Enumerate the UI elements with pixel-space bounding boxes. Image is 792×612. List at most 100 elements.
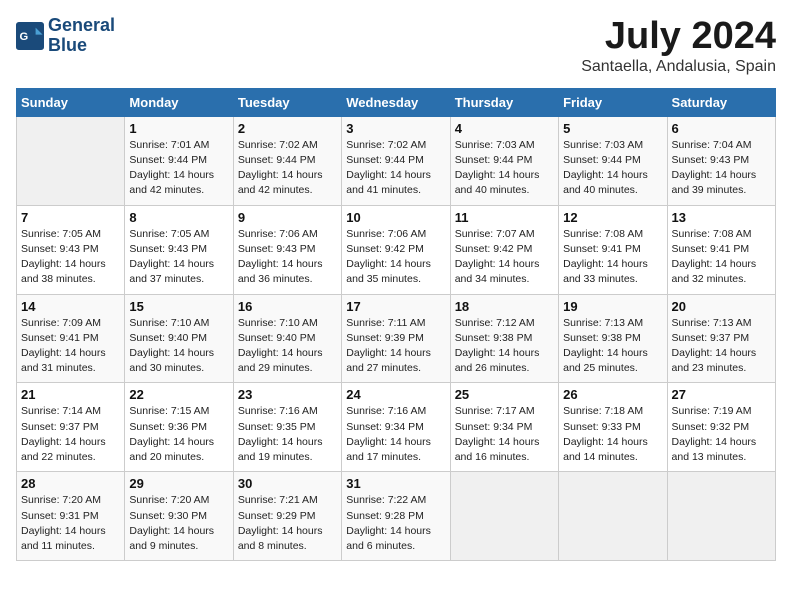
day-detail: Sunrise: 7:03 AM Sunset: 9:44 PM Dayligh… [455, 138, 554, 199]
calendar-table: SundayMondayTuesdayWednesdayThursdayFrid… [16, 88, 776, 561]
day-detail: Sunrise: 7:22 AM Sunset: 9:28 PM Dayligh… [346, 493, 445, 554]
day-detail: Sunrise: 7:03 AM Sunset: 9:44 PM Dayligh… [563, 138, 662, 199]
calendar-cell: 3 Sunrise: 7:02 AM Sunset: 9:44 PM Daylig… [342, 116, 450, 205]
header-saturday: Saturday [667, 88, 775, 116]
week-row-4: 21 Sunrise: 7:14 AM Sunset: 9:37 PM Dayli… [17, 383, 776, 472]
header-wednesday: Wednesday [342, 88, 450, 116]
day-detail: Sunrise: 7:10 AM Sunset: 9:40 PM Dayligh… [238, 316, 337, 377]
day-detail: Sunrise: 7:07 AM Sunset: 9:42 PM Dayligh… [455, 227, 554, 288]
calendar-title: July 2024 [581, 16, 776, 58]
day-number: 21 [21, 387, 120, 402]
day-detail: Sunrise: 7:05 AM Sunset: 9:43 PM Dayligh… [129, 227, 228, 288]
calendar-cell: 27 Sunrise: 7:19 AM Sunset: 9:32 PM Dayli… [667, 383, 775, 472]
day-number: 22 [129, 387, 228, 402]
day-detail: Sunrise: 7:06 AM Sunset: 9:42 PM Dayligh… [346, 227, 445, 288]
day-detail: Sunrise: 7:04 AM Sunset: 9:43 PM Dayligh… [672, 138, 771, 199]
calendar-cell: 31 Sunrise: 7:22 AM Sunset: 9:28 PM Dayli… [342, 472, 450, 561]
calendar-cell: 18Sunrise: 7:12 AM Sunset: 9:38 PM Dayli… [450, 294, 558, 383]
day-number: 15 [129, 299, 228, 314]
calendar-cell [667, 472, 775, 561]
day-number: 14 [21, 299, 120, 314]
day-detail: Sunrise: 7:21 AM Sunset: 9:29 PM Dayligh… [238, 493, 337, 554]
day-number: 9 [238, 210, 337, 225]
day-number: 16 [238, 299, 337, 314]
calendar-cell: 29 Sunrise: 7:20 AM Sunset: 9:30 PM Dayli… [125, 472, 233, 561]
day-number: 11 [455, 210, 554, 225]
calendar-cell: 21 Sunrise: 7:14 AM Sunset: 9:37 PM Dayli… [17, 383, 125, 472]
day-detail: Sunrise: 7:18 AM Sunset: 9:33 PM Dayligh… [563, 404, 662, 465]
day-number: 10 [346, 210, 445, 225]
calendar-cell: 10 Sunrise: 7:06 AM Sunset: 9:42 PM Dayli… [342, 205, 450, 294]
day-number: 28 [21, 476, 120, 491]
calendar-header-row: SundayMondayTuesdayWednesdayThursdayFrid… [17, 88, 776, 116]
svg-text:G: G [20, 31, 29, 43]
day-detail: Sunrise: 7:01 AM Sunset: 9:44 PM Dayligh… [129, 138, 228, 199]
day-detail: Sunrise: 7:19 AM Sunset: 9:32 PM Dayligh… [672, 404, 771, 465]
calendar-cell: 28 Sunrise: 7:20 AM Sunset: 9:31 PM Dayli… [17, 472, 125, 561]
calendar-cell: 11 Sunrise: 7:07 AM Sunset: 9:42 PM Dayli… [450, 205, 558, 294]
header-friday: Friday [559, 88, 667, 116]
week-row-1: 1 Sunrise: 7:01 AM Sunset: 9:44 PM Daylig… [17, 116, 776, 205]
calendar-cell: 13Sunrise: 7:08 AM Sunset: 9:41 PM Dayli… [667, 205, 775, 294]
day-detail: Sunrise: 7:16 AM Sunset: 9:35 PM Dayligh… [238, 404, 337, 465]
calendar-cell: 2 Sunrise: 7:02 AM Sunset: 9:44 PM Daylig… [233, 116, 341, 205]
calendar-cell [559, 472, 667, 561]
day-number: 3 [346, 121, 445, 136]
calendar-cell: 5 Sunrise: 7:03 AM Sunset: 9:44 PM Daylig… [559, 116, 667, 205]
day-detail: Sunrise: 7:14 AM Sunset: 9:37 PM Dayligh… [21, 404, 120, 465]
day-detail: Sunrise: 7:20 AM Sunset: 9:30 PM Dayligh… [129, 493, 228, 554]
day-detail: Sunrise: 7:02 AM Sunset: 9:44 PM Dayligh… [238, 138, 337, 199]
calendar-cell: 22 Sunrise: 7:15 AM Sunset: 9:36 PM Dayli… [125, 383, 233, 472]
day-number: 27 [672, 387, 771, 402]
day-number: 25 [455, 387, 554, 402]
header-thursday: Thursday [450, 88, 558, 116]
calendar-cell: 24 Sunrise: 7:16 AM Sunset: 9:34 PM Dayli… [342, 383, 450, 472]
day-number: 2 [238, 121, 337, 136]
calendar-cell: 15 Sunrise: 7:10 AM Sunset: 9:40 PM Dayli… [125, 294, 233, 383]
day-number: 31 [346, 476, 445, 491]
day-detail: Sunrise: 7:17 AM Sunset: 9:34 PM Dayligh… [455, 404, 554, 465]
calendar-cell: 30Sunrise: 7:21 AM Sunset: 9:29 PM Dayli… [233, 472, 341, 561]
calendar-subtitle: Santaella, Andalusia, Spain [581, 58, 776, 76]
header-monday: Monday [125, 88, 233, 116]
day-number: 1 [129, 121, 228, 136]
day-number: 7 [21, 210, 120, 225]
day-number: 13 [672, 210, 771, 225]
calendar-cell [17, 116, 125, 205]
calendar-cell: 4 Sunrise: 7:03 AM Sunset: 9:44 PM Daylig… [450, 116, 558, 205]
page-header: G General Blue July 2024 Santaella, Anda… [16, 16, 776, 76]
day-detail: Sunrise: 7:20 AM Sunset: 9:31 PM Dayligh… [21, 493, 120, 554]
week-row-3: 14Sunrise: 7:09 AM Sunset: 9:41 PM Dayli… [17, 294, 776, 383]
day-number: 8 [129, 210, 228, 225]
day-number: 26 [563, 387, 662, 402]
day-detail: Sunrise: 7:11 AM Sunset: 9:39 PM Dayligh… [346, 316, 445, 377]
day-detail: Sunrise: 7:16 AM Sunset: 9:34 PM Dayligh… [346, 404, 445, 465]
calendar-cell: 1 Sunrise: 7:01 AM Sunset: 9:44 PM Daylig… [125, 116, 233, 205]
week-row-5: 28 Sunrise: 7:20 AM Sunset: 9:31 PM Dayli… [17, 472, 776, 561]
calendar-cell: 26 Sunrise: 7:18 AM Sunset: 9:33 PM Dayli… [559, 383, 667, 472]
day-number: 4 [455, 121, 554, 136]
day-number: 5 [563, 121, 662, 136]
day-number: 18 [455, 299, 554, 314]
day-detail: Sunrise: 7:02 AM Sunset: 9:44 PM Dayligh… [346, 138, 445, 199]
calendar-cell: 19 Sunrise: 7:13 AM Sunset: 9:38 PM Dayli… [559, 294, 667, 383]
day-number: 29 [129, 476, 228, 491]
logo-icon: G [16, 22, 44, 50]
day-number: 20 [672, 299, 771, 314]
day-number: 12 [563, 210, 662, 225]
day-detail: Sunrise: 7:05 AM Sunset: 9:43 PM Dayligh… [21, 227, 120, 288]
calendar-cell: 14Sunrise: 7:09 AM Sunset: 9:41 PM Dayli… [17, 294, 125, 383]
day-number: 24 [346, 387, 445, 402]
day-detail: Sunrise: 7:15 AM Sunset: 9:36 PM Dayligh… [129, 404, 228, 465]
day-number: 6 [672, 121, 771, 136]
day-detail: Sunrise: 7:10 AM Sunset: 9:40 PM Dayligh… [129, 316, 228, 377]
day-number: 19 [563, 299, 662, 314]
day-number: 23 [238, 387, 337, 402]
header-sunday: Sunday [17, 88, 125, 116]
calendar-cell: 6 Sunrise: 7:04 AM Sunset: 9:43 PM Daylig… [667, 116, 775, 205]
day-detail: Sunrise: 7:08 AM Sunset: 9:41 PM Dayligh… [563, 227, 662, 288]
title-block: July 2024 Santaella, Andalusia, Spain [581, 16, 776, 76]
day-detail: Sunrise: 7:13 AM Sunset: 9:38 PM Dayligh… [563, 316, 662, 377]
day-number: 17 [346, 299, 445, 314]
header-tuesday: Tuesday [233, 88, 341, 116]
